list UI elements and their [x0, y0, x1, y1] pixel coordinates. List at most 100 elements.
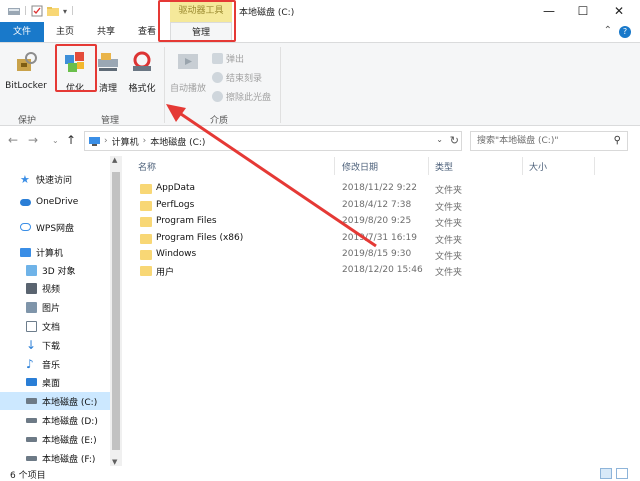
address-bar[interactable]: › 计算机 › 本地磁盘 (C:) ⌄ ↻	[84, 131, 462, 151]
column-headers: 名称 修改日期 类型 大小	[132, 157, 627, 175]
refresh-icon[interactable]: ↻	[450, 134, 459, 147]
nav-item-downloads[interactable]: ↓ 下载	[0, 336, 110, 354]
cloud-icon	[20, 198, 31, 206]
nav-item-music[interactable]: ♪ 音乐	[0, 355, 110, 373]
drive-icon	[8, 8, 20, 15]
customize-quick-access-icon[interactable]: ▾	[63, 7, 67, 16]
table-row[interactable]: 用户 2018/12/20 15:46 文件夹	[132, 263, 532, 279]
cleanup-label: 清理	[98, 84, 117, 94]
nav-scrollbar-thumb[interactable]	[112, 172, 120, 450]
nav-item-quick-access[interactable]: ★ 快速访问	[0, 170, 110, 188]
details-view-icon[interactable]	[600, 468, 612, 479]
folder-icon	[140, 217, 152, 227]
quick-access-toolbar: | ▾ |	[8, 4, 74, 18]
document-icon	[26, 320, 37, 332]
title-bar: | ▾ | 驱动器工具 本地磁盘 (C:) — ☐ ✕	[0, 0, 640, 22]
computer-icon	[89, 136, 100, 146]
bitlocker-button[interactable]: BitLocker	[4, 49, 48, 91]
nav-item-drive-d[interactable]: 本地磁盘 (D:)	[0, 411, 110, 429]
back-icon[interactable]: ←	[8, 133, 18, 147]
nav-scrollbar[interactable]: ▲ ▼	[110, 156, 122, 466]
nav-item-videos[interactable]: 视频	[0, 279, 110, 297]
column-header-date[interactable]: 修改日期	[342, 160, 378, 173]
column-header-name[interactable]: 名称	[138, 160, 156, 173]
eject-label: 弹出	[226, 55, 245, 65]
desktop-icon	[26, 378, 37, 386]
address-history-icon[interactable]: ⌄	[436, 135, 443, 144]
properties-icon[interactable]	[31, 5, 43, 17]
eject-command[interactable]: 弹出	[212, 52, 244, 65]
maximize-button[interactable]: ☐	[566, 0, 600, 22]
table-row[interactable]: AppData 2018/11/22 9:22 文件夹	[132, 181, 532, 197]
table-row[interactable]: PerfLogs 2018/4/12 7:38 文件夹	[132, 198, 532, 214]
minimize-ribbon-icon[interactable]: ⌃	[604, 25, 612, 36]
nav-item-drive-c[interactable]: 本地磁盘 (C:)	[0, 392, 110, 410]
scroll-down-icon[interactable]: ▼	[112, 458, 117, 466]
drive-icon	[26, 417, 37, 423]
tab-file[interactable]: 文件	[0, 22, 44, 42]
highlight-manage-tab	[158, 0, 236, 42]
group-label-protect: 保护	[18, 116, 37, 126]
tab-share[interactable]: 共享	[93, 22, 119, 42]
table-row[interactable]: Program Files (x86) 2019/7/31 16:19 文件夹	[132, 231, 532, 247]
table-row[interactable]: Program Files 2019/8/20 9:25 文件夹	[132, 214, 532, 230]
nav-item-pictures[interactable]: 图片	[0, 298, 110, 316]
scroll-up-icon[interactable]: ▲	[112, 156, 117, 164]
breadcrumb-computer[interactable]: 计算机	[112, 135, 139, 148]
nav-item-onedrive[interactable]: OneDrive	[0, 193, 110, 211]
minimize-button[interactable]: —	[532, 0, 566, 22]
wps-cloud-icon	[20, 223, 31, 231]
finish-burn-command[interactable]: 结束刻录	[212, 71, 262, 84]
download-icon: ↓	[26, 337, 37, 352]
item-count: 6 个项目	[10, 471, 46, 481]
content-scrollbar-track	[628, 156, 640, 466]
computer-icon	[20, 247, 31, 257]
status-bar: 6 个项目	[0, 466, 640, 481]
tab-view[interactable]: 查看	[134, 22, 160, 42]
recent-locations-icon[interactable]: ⌄	[52, 136, 59, 145]
cube-icon	[26, 264, 37, 276]
search-input[interactable]: 搜索"本地磁盘 (C:)" ⚲	[470, 131, 628, 151]
column-header-size[interactable]: 大小	[529, 160, 547, 173]
close-button[interactable]: ✕	[602, 0, 636, 22]
nav-item-computer[interactable]: 计算机	[0, 243, 110, 261]
ribbon-tabs: 文件 主页 共享 查看 管理 ⌃ ?	[0, 22, 640, 42]
tab-home[interactable]: 主页	[52, 22, 78, 42]
drive-icon	[26, 398, 37, 404]
search-icon[interactable]: ⚲	[614, 132, 621, 150]
group-separator	[280, 47, 281, 123]
format-label: 格式化	[128, 84, 156, 94]
navigation-row: ← → ⌄ ↑ › 计算机 › 本地磁盘 (C:) ⌄ ↻ 搜索"本地磁盘 (C…	[0, 128, 640, 154]
erase-disc-command[interactable]: 擦除此光盘	[212, 90, 271, 103]
nav-item-3d-objects[interactable]: 3D 对象	[0, 261, 110, 279]
breadcrumb-drive[interactable]: 本地磁盘 (C:)	[150, 135, 205, 148]
group-label-media: 介质	[210, 116, 229, 126]
group-separator	[164, 47, 165, 123]
autoplay-button[interactable]: 自动播放	[167, 49, 209, 94]
nav-item-desktop[interactable]: 桌面	[0, 373, 110, 391]
table-row[interactable]: Windows 2019/8/15 9:30 文件夹	[132, 247, 532, 263]
up-icon[interactable]: ↑	[66, 133, 76, 147]
help-icon[interactable]: ?	[619, 26, 631, 38]
column-header-type[interactable]: 类型	[435, 160, 453, 173]
nav-item-documents[interactable]: 文档	[0, 317, 110, 335]
star-icon: ★	[20, 172, 30, 186]
drive-icon	[26, 455, 37, 461]
video-icon	[26, 282, 37, 294]
nav-item-drive-e[interactable]: 本地磁盘 (E:)	[0, 430, 110, 448]
finish-burn-label: 结束刻录	[226, 74, 263, 84]
music-icon: ♪	[26, 356, 34, 371]
new-folder-icon[interactable]	[47, 5, 60, 17]
cleanup-button[interactable]: 清理	[95, 49, 121, 94]
nav-item-wps-drive[interactable]: WPS网盘	[0, 218, 110, 236]
nav-item-drive-f[interactable]: 本地磁盘 (F:)	[0, 449, 110, 467]
folder-icon	[140, 266, 152, 276]
forward-icon[interactable]: →	[28, 133, 38, 147]
highlight-optimize-button	[55, 44, 97, 92]
folder-icon	[140, 201, 152, 211]
cleanup-icon	[98, 53, 118, 71]
format-button[interactable]: 格式化	[124, 49, 160, 94]
eject-icon	[212, 53, 223, 64]
large-icons-view-icon[interactable]	[616, 468, 628, 479]
window-title: 本地磁盘 (C:)	[239, 8, 295, 18]
